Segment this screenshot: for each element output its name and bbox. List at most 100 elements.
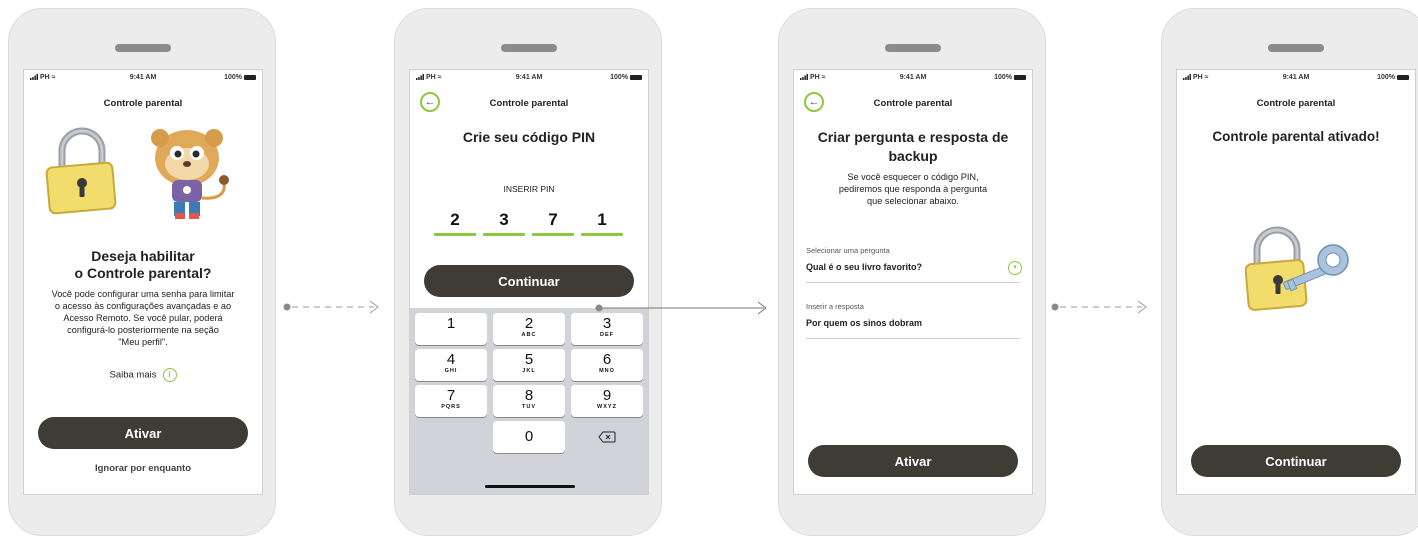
pin-digit: 1	[597, 210, 607, 229]
status-bar: PH ≈ 9:41 AM 100%	[24, 72, 262, 82]
key-number: 5	[524, 351, 534, 368]
key-8[interactable]: 8 TUV	[493, 385, 565, 417]
screen-backup-question: PH ≈ 9:41 AM 100% ← Controle parental Cr…	[793, 69, 1033, 495]
phone-frame-3: PH ≈ 9:41 AM 100% ← Controle parental Cr…	[778, 8, 1046, 536]
continue-button[interactable]: Continuar	[424, 265, 634, 297]
key-number: 7	[446, 387, 456, 404]
speaker	[885, 44, 941, 52]
speaker	[1268, 44, 1324, 52]
screen-parental-control-activated: PH ≈ 9:41 AM 100% Controle parental Cont…	[1176, 69, 1416, 495]
pin-underline	[434, 233, 476, 236]
phone-frame-4: PH ≈ 9:41 AM 100% Controle parental Cont…	[1161, 8, 1418, 536]
key-number: 8	[524, 387, 534, 404]
status-bar: PH ≈ 9:41 AM 100%	[410, 72, 648, 82]
question-dropdown[interactable]: Qual é o seu livro favorito? ▾	[794, 256, 1032, 280]
pin-digit: 7	[548, 210, 558, 229]
battery-label: 100%	[610, 74, 628, 81]
phone-frame-2: PH ≈ 9:41 AM 100% ← Controle parental Cr…	[394, 8, 662, 536]
status-bar: PH ≈ 9:41 AM 100%	[1177, 72, 1415, 82]
page-heading: Criar pergunta e resposta de backup	[794, 128, 1032, 166]
page-title: Controle parental	[489, 98, 569, 109]
description: Se você esquecer o código PIN, pediremos…	[794, 171, 1032, 207]
page-title: Controle parental	[873, 98, 953, 109]
key-number: 4	[446, 351, 456, 368]
page-title: Controle parental	[103, 98, 183, 109]
key-letters: PQRS	[441, 404, 461, 410]
question-value: Qual é o seu livro favorito?	[806, 262, 923, 272]
key-letters: ABC	[521, 332, 537, 338]
key-7[interactable]: 7 PQRS	[415, 385, 487, 417]
description: Você pode configurar uma senha para limi…	[24, 288, 262, 348]
battery-label: 100%	[1377, 74, 1395, 81]
key-number: 6	[602, 351, 612, 368]
key-0[interactable]: 0	[493, 421, 565, 453]
question-label: Selecionar uma pergunta	[806, 246, 890, 255]
battery-label: 100%	[994, 74, 1012, 81]
key-4[interactable]: 4 GHI	[415, 349, 487, 381]
field-divider	[806, 282, 1020, 283]
key-letters: TUV	[522, 404, 536, 410]
key-2[interactable]: 2 ABC	[493, 313, 565, 345]
description-line: Acesso Remoto. Se você pular, poderá	[63, 313, 223, 323]
pin-digit: 3	[499, 210, 509, 229]
pin-digit: 2	[450, 210, 460, 229]
key-number: 9	[602, 387, 612, 404]
skip-link[interactable]: Ignorar por enquanto	[24, 463, 262, 474]
heading-line-2: backup	[888, 148, 938, 164]
info-icon[interactable]: i	[162, 368, 177, 382]
backspace-icon	[598, 431, 616, 443]
pin-underline	[581, 233, 623, 236]
continue-button[interactable]: Continuar	[1191, 445, 1401, 477]
lock-icon	[45, 127, 117, 215]
flow-connector-solid	[595, 301, 767, 315]
phone-frame-1: PH ≈ 9:41 AM 100% Controle parental Dese…	[8, 8, 276, 536]
answer-value: Por quem os sinos dobram	[806, 318, 923, 328]
field-divider	[806, 338, 1020, 339]
flow-connector-dashed	[283, 300, 379, 314]
heading-line-1: Deseja habilitar	[91, 248, 195, 264]
lock-with-key-icon	[1245, 226, 1349, 311]
description-line: que selecionar abaixo.	[867, 196, 959, 206]
chevron-down-icon: ▾	[1008, 261, 1022, 275]
pin-underline	[483, 233, 525, 236]
description-line: Você pode configurar uma senha para limi…	[51, 289, 235, 299]
key-letters: JKL	[522, 368, 536, 374]
learn-more-link[interactable]: Saiba mais i	[24, 368, 262, 382]
battery-icon	[244, 74, 256, 80]
key-6[interactable]: 6 MNO	[571, 349, 643, 381]
screen-create-pin: PH ≈ 9:41 AM 100% ← Controle parental Cr…	[409, 69, 649, 495]
key-number: 0	[524, 428, 534, 445]
page-heading: Crie seu código PIN	[462, 129, 596, 145]
backspace-key[interactable]	[571, 421, 643, 453]
activate-button[interactable]: Ativar	[38, 417, 248, 449]
key-1[interactable]: 1	[415, 313, 487, 345]
key-number: 2	[524, 315, 534, 332]
description-line: Se você esquecer o código PIN,	[847, 172, 979, 182]
speaker	[501, 44, 557, 52]
description-line: "Meu perfil".	[118, 337, 168, 347]
learn-more-label: Saiba mais	[109, 369, 157, 381]
key-letters: DEF	[600, 332, 614, 338]
key-9[interactable]: 9 WXYZ	[571, 385, 643, 417]
key-letters: MNO	[599, 368, 615, 374]
flow-connector-dashed	[1051, 300, 1147, 314]
key-5[interactable]: 5 JKL	[493, 349, 565, 381]
pin-underline	[532, 233, 574, 236]
key-number: 1	[446, 315, 456, 332]
page-heading: Controle parental ativado!	[1212, 129, 1380, 144]
mascot-lion-icon	[151, 129, 229, 219]
screen-enable-parental-control: PH ≈ 9:41 AM 100% Controle parental Dese…	[23, 69, 263, 495]
numeric-keypad: 1 2 ABC 3 DEF 4 GHI 5 JKL 6 MNO 7 PQRS 8 TUV 9W…	[410, 308, 648, 494]
heading-line-2: o Controle parental?	[74, 265, 212, 281]
heading-line-1: Criar pergunta e resposta de	[817, 129, 1009, 145]
battery-icon	[630, 74, 642, 80]
status-bar: PH ≈ 9:41 AM 100%	[794, 72, 1032, 82]
page-title: Controle parental	[1256, 98, 1336, 109]
description-line: configurá-lo posteriormente na seção	[67, 325, 219, 335]
answer-input[interactable]: Por quem os sinos dobram	[794, 314, 1032, 334]
battery-label: 100%	[224, 74, 242, 81]
speaker	[115, 44, 171, 52]
activate-button[interactable]: Ativar	[808, 445, 1018, 477]
description-line: pediremos que responda à pergunta	[838, 184, 988, 194]
page-heading: Deseja habilitar o Controle parental?	[24, 248, 262, 282]
